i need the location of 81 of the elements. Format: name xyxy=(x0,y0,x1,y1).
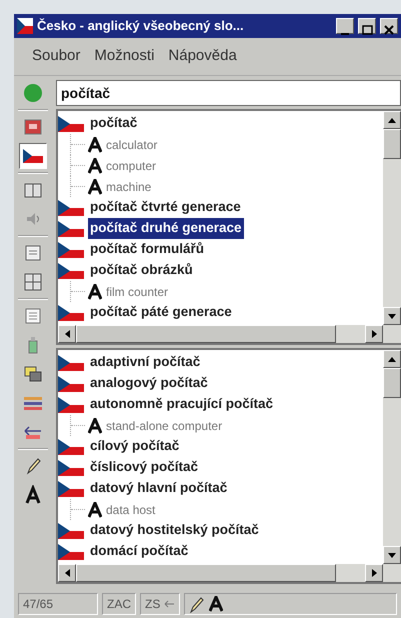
headword[interactable]: datový hlavní počítač xyxy=(88,478,230,499)
framed-box-icon xyxy=(23,117,43,137)
translation[interactable]: stand-alone computer xyxy=(106,416,222,434)
flag-icon xyxy=(58,242,84,258)
letter-a-icon xyxy=(88,418,102,434)
flag-icon xyxy=(17,18,33,34)
scroll-right-icon xyxy=(372,330,376,338)
status-light-icon xyxy=(23,83,43,103)
headword[interactable]: počítač páté generace xyxy=(88,302,234,323)
headword[interactable]: číslicový počítač xyxy=(88,457,200,478)
mode-indicator: ZAC xyxy=(102,593,136,615)
headword[interactable]: počítač čtvrté generace xyxy=(88,197,243,218)
pencil-icon xyxy=(189,595,206,613)
scroll-right-icon xyxy=(372,569,376,577)
menu-item[interactable]: Možnosti xyxy=(94,45,154,68)
letter-a-icon xyxy=(23,485,43,505)
translation[interactable]: film counter xyxy=(106,282,168,300)
scroll-left-icon xyxy=(64,330,70,338)
translation[interactable]: machine xyxy=(106,178,152,196)
flag-icon xyxy=(58,376,84,392)
scroll-thumb[interactable] xyxy=(383,129,401,159)
flag-icon xyxy=(58,116,84,132)
letter-a-icon xyxy=(209,596,224,612)
flag-icon xyxy=(58,438,84,454)
minimize-icon xyxy=(341,32,349,36)
headword[interactable]: adaptivní počítač xyxy=(88,352,202,373)
flag-icon xyxy=(58,396,84,412)
arrow-icon xyxy=(164,600,176,608)
letter-a-icon xyxy=(88,502,102,518)
scroll-thumb[interactable] xyxy=(383,368,401,398)
toolbar-button[interactable] xyxy=(19,143,47,169)
scroll-down-icon xyxy=(388,552,396,558)
headword[interactable]: počítač druhé generace xyxy=(88,218,244,239)
translation[interactable]: calculator xyxy=(106,136,158,154)
scroll-left-icon xyxy=(64,569,70,577)
entry-count: 47/65 xyxy=(18,593,98,615)
flag-icon xyxy=(23,146,43,166)
windows-icon xyxy=(23,364,43,384)
letter-a-icon xyxy=(88,284,102,300)
search-field[interactable]: počítač xyxy=(56,80,401,106)
window-title: Česko - anglický všeobecný slo... xyxy=(37,17,245,36)
headword[interactable]: datový hostitelský počítač xyxy=(88,520,261,541)
headword[interactable]: analogový počítač xyxy=(88,373,210,394)
headword[interactable]: domácí počítač xyxy=(88,541,190,562)
flag-icon xyxy=(58,522,84,538)
horizontal-scrollbar[interactable] xyxy=(58,564,401,582)
maximize-button[interactable] xyxy=(358,18,376,34)
scroll-thumb[interactable] xyxy=(76,564,336,582)
menu-item[interactable]: Nápověda xyxy=(168,45,237,68)
letter-a-icon xyxy=(88,136,102,152)
flag-icon xyxy=(58,262,84,278)
flag-icon xyxy=(58,304,84,320)
flag-icon xyxy=(58,544,84,560)
headword[interactable]: cílový počítač xyxy=(88,436,182,457)
flag-icon xyxy=(58,480,84,496)
flag-icon xyxy=(58,354,84,370)
scroll-up-icon xyxy=(388,118,396,122)
letter-a-icon xyxy=(88,158,102,174)
headword[interactable]: autonomně pracující počítač xyxy=(88,394,276,415)
flag-icon xyxy=(58,220,84,236)
document-icon xyxy=(23,243,43,263)
grid-icon xyxy=(23,272,43,292)
flag-icon xyxy=(58,460,84,476)
headword[interactable]: počítač obrázků xyxy=(88,260,195,281)
scroll-up-icon xyxy=(388,356,396,362)
letter-a-icon xyxy=(88,178,102,194)
vertical-scrollbar[interactable] xyxy=(383,350,401,564)
scroll-thumb[interactable] xyxy=(76,325,336,343)
vertical-scrollbar[interactable] xyxy=(383,111,401,325)
direction-indicator: ZS xyxy=(145,596,160,613)
headword[interactable]: počítač formulářů xyxy=(88,239,206,260)
close-button[interactable] xyxy=(380,18,398,34)
list-icon xyxy=(23,306,43,326)
translation[interactable]: data host xyxy=(106,500,156,518)
horizontal-scrollbar[interactable] xyxy=(58,325,401,343)
minimize-button[interactable] xyxy=(336,18,354,34)
scroll-down-icon xyxy=(388,314,396,318)
headword[interactable]: počítač xyxy=(88,113,140,134)
menu-item[interactable]: Soubor xyxy=(32,45,80,68)
flag-icon xyxy=(58,200,84,216)
translation[interactable]: computer xyxy=(106,156,156,174)
